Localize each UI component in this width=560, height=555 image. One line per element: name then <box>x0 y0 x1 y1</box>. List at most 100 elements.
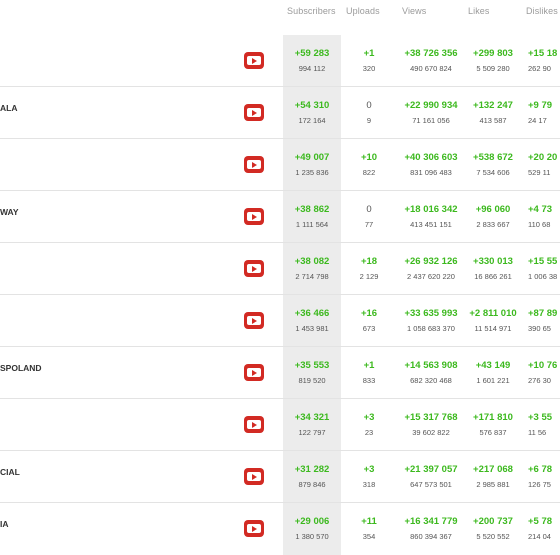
channel-name[interactable]: CIAL <box>0 467 20 477</box>
uploads-total: 673 <box>362 324 376 333</box>
views-cell: +16 341 779 860 394 367 <box>398 516 464 541</box>
uploads-cell: 0 77 <box>348 204 390 229</box>
views-delta: +14 563 908 <box>404 360 458 371</box>
uploads-total: 23 <box>364 428 374 437</box>
youtube-icon[interactable] <box>244 52 264 69</box>
likes-delta: +200 737 <box>473 516 513 527</box>
table-row[interactable]: +49 007 1 235 836 +10 822 +40 306 603 83… <box>0 139 560 191</box>
uploads-total: 833 <box>362 376 376 385</box>
header-subscribers[interactable]: Subscribers <box>287 6 336 16</box>
views-total: 860 394 367 <box>410 532 452 541</box>
likes-delta: +538 672 <box>473 152 513 163</box>
table-row[interactable]: +59 283 994 112 +1 320 +38 726 356 490 6… <box>0 35 560 87</box>
header-uploads[interactable]: Uploads <box>346 6 380 16</box>
likes-delta: +171 810 <box>473 412 513 423</box>
youtube-icon[interactable] <box>244 416 264 433</box>
likes-cell: +538 672 7 534 606 <box>466 152 520 177</box>
subscribers-cell: +36 466 1 453 981 <box>285 308 339 333</box>
uploads-total: 9 <box>366 116 372 125</box>
views-delta: +22 990 934 <box>404 100 458 111</box>
table-row[interactable]: +34 321 122 797 +3 23 +15 317 768 39 602… <box>0 399 560 451</box>
views-delta: +38 726 356 <box>404 48 458 59</box>
youtube-icon[interactable] <box>244 364 264 381</box>
uploads-cell: +11 354 <box>348 516 390 541</box>
subscribers-cell: +34 321 122 797 <box>285 412 339 437</box>
channel-name[interactable]: IA <box>0 519 9 529</box>
youtube-icon[interactable] <box>244 520 264 537</box>
channel-name[interactable]: WAY <box>0 207 19 217</box>
likes-total: 11 514 971 <box>474 324 512 333</box>
dislikes-delta: +20 20 <box>528 152 558 163</box>
table-row[interactable]: IA +29 006 1 380 570 +11 354 +16 341 779… <box>0 503 560 555</box>
likes-total: 5 509 280 <box>476 64 510 73</box>
views-delta: +21 397 057 <box>404 464 458 475</box>
table-row[interactable]: +36 466 1 453 981 +16 673 +33 635 993 1 … <box>0 295 560 347</box>
views-total: 682 320 468 <box>410 376 452 385</box>
subscribers-cell: +29 006 1 380 570 <box>285 516 339 541</box>
likes-cell: +96 060 2 833 667 <box>466 204 520 229</box>
dislikes-total: 390 65 <box>528 324 551 333</box>
subscribers-delta: +38 862 <box>294 204 330 215</box>
views-delta: +16 341 779 <box>404 516 458 527</box>
views-total: 647 573 501 <box>410 480 452 489</box>
youtube-icon[interactable] <box>244 156 264 173</box>
uploads-delta: 0 <box>366 100 372 111</box>
youtube-icon[interactable] <box>244 260 264 277</box>
youtube-icon[interactable] <box>244 208 264 225</box>
subscribers-total: 1 453 981 <box>295 324 329 333</box>
subscribers-cell: +54 310 172 164 <box>285 100 339 125</box>
views-cell: +15 317 768 39 602 822 <box>398 412 464 437</box>
youtube-icon[interactable] <box>244 312 264 329</box>
subscribers-total: 879 846 <box>298 480 326 489</box>
uploads-cell: +3 23 <box>348 412 390 437</box>
views-total: 39 602 822 <box>412 428 450 437</box>
likes-total: 2 833 667 <box>476 220 510 229</box>
views-cell: +40 306 603 831 096 483 <box>398 152 464 177</box>
table-row[interactable]: SPOLAND +35 553 819 520 +1 833 +14 563 9… <box>0 347 560 399</box>
subscribers-delta: +29 006 <box>294 516 330 527</box>
subscribers-total: 122 797 <box>298 428 326 437</box>
uploads-delta: +3 <box>363 464 375 475</box>
likes-delta: +2 811 010 <box>469 308 517 319</box>
likes-total: 16 866 261 <box>474 272 512 281</box>
header-dislikes[interactable]: Dislikes <box>526 6 558 16</box>
views-cell: +38 726 356 490 670 824 <box>398 48 464 73</box>
likes-cell: +132 247 413 587 <box>466 100 520 125</box>
likes-cell: +171 810 576 837 <box>466 412 520 437</box>
subscribers-delta: +59 283 <box>294 48 330 59</box>
header-likes[interactable]: Likes <box>468 6 490 16</box>
channel-name[interactable]: ALA <box>0 103 17 113</box>
dislikes-delta: +15 55 <box>528 256 558 267</box>
youtube-icon[interactable] <box>244 104 264 121</box>
likes-cell: +217 068 2 985 881 <box>466 464 520 489</box>
views-cell: +26 932 126 2 437 620 220 <box>398 256 464 281</box>
dislikes-cell: +6 78 126 75 <box>528 464 560 489</box>
subscribers-delta: +35 553 <box>294 360 330 371</box>
dislikes-total: 262 90 <box>528 64 551 73</box>
likes-delta: +299 803 <box>473 48 513 59</box>
uploads-total: 354 <box>362 532 376 541</box>
youtube-icon[interactable] <box>244 468 264 485</box>
dislikes-cell: +15 55 1 006 38 <box>528 256 560 281</box>
subscribers-total: 994 112 <box>298 64 326 73</box>
table-row[interactable]: CIAL +31 282 879 846 +3 318 +21 397 057 … <box>0 451 560 503</box>
dislikes-delta: +87 89 <box>528 308 558 319</box>
views-cell: +14 563 908 682 320 468 <box>398 360 464 385</box>
table-row[interactable]: ALA +54 310 172 164 0 9 +22 990 934 71 1… <box>0 87 560 139</box>
subscribers-total: 819 520 <box>298 376 326 385</box>
dislikes-delta: +10 76 <box>528 360 558 371</box>
uploads-cell: +16 673 <box>348 308 390 333</box>
dislikes-cell: +3 55 11 56 <box>528 412 560 437</box>
uploads-delta: +1 <box>363 48 375 59</box>
uploads-cell: 0 9 <box>348 100 390 125</box>
uploads-cell: +18 2 129 <box>348 256 390 281</box>
uploads-total: 77 <box>364 220 374 229</box>
table-row[interactable]: +38 082 2 714 798 +18 2 129 +26 932 126 … <box>0 243 560 295</box>
channel-name[interactable]: SPOLAND <box>0 363 42 373</box>
uploads-total: 320 <box>362 64 376 73</box>
dislikes-cell: +87 89 390 65 <box>528 308 560 333</box>
likes-total: 413 587 <box>479 116 507 125</box>
table-row[interactable]: WAY +38 862 1 111 564 0 77 +18 016 342 4… <box>0 191 560 243</box>
uploads-delta: 0 <box>366 204 372 215</box>
header-views[interactable]: Views <box>402 6 426 16</box>
